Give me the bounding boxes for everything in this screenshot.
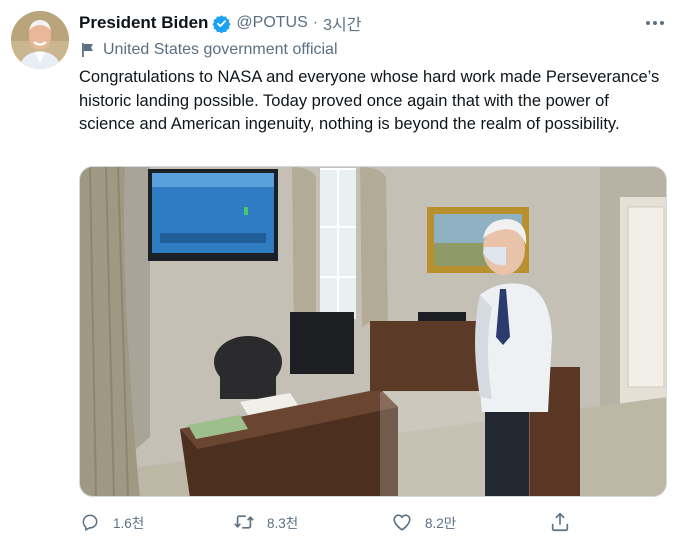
share-icon: [549, 511, 571, 533]
verified-badge-icon: [212, 14, 232, 33]
like-icon: [391, 511, 413, 533]
tweet-actions: 1.6천 8.3천 8.2만: [79, 509, 579, 535]
separator-dot: ·: [312, 14, 319, 31]
retweet-count: 8.3천: [267, 516, 299, 531]
reply-count: 1.6천: [113, 516, 145, 531]
retweet-button[interactable]: 8.3천: [233, 509, 298, 535]
like-count: 8.2만: [425, 516, 457, 531]
government-label-text: United States government official: [103, 41, 338, 58]
government-label[interactable]: United States government official: [80, 40, 338, 60]
reply-button[interactable]: 1.6천: [79, 509, 144, 535]
reply-icon: [79, 511, 101, 533]
flag-icon: [80, 42, 96, 58]
tweet-header: President Biden @POTUS · 3시간: [79, 12, 361, 34]
more-options-icon[interactable]: [644, 13, 666, 33]
like-button[interactable]: 8.2만: [391, 509, 456, 535]
tweet[interactable]: President Biden @POTUS · 3시간 United Stat…: [0, 0, 680, 548]
share-button[interactable]: [549, 509, 571, 535]
author-handle[interactable]: @POTUS: [236, 14, 307, 32]
retweet-icon: [233, 511, 255, 533]
tweet-text: Congratulations to NASA and everyone who…: [79, 68, 660, 133]
tweet-photo[interactable]: [79, 166, 667, 497]
author-name[interactable]: President Biden: [79, 13, 208, 33]
tweet-timestamp[interactable]: 3시간: [323, 11, 361, 35]
avatar[interactable]: [11, 11, 69, 69]
